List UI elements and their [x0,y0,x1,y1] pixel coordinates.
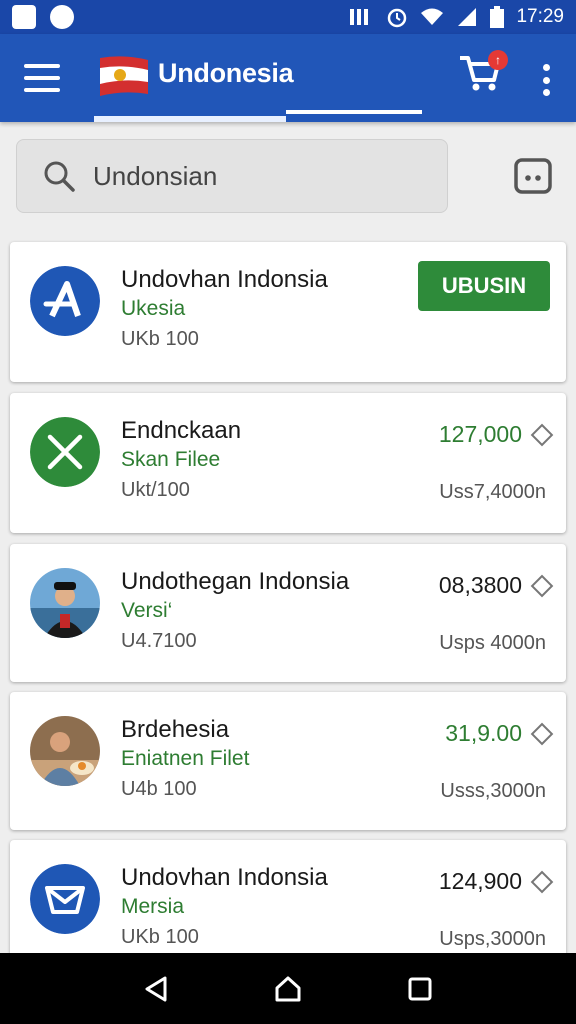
diamond-icon [530,870,554,894]
item-name: Endnckaan [121,417,242,444]
list-item[interactable]: Brdehesia Eniatnen Filet U4b 100 31,9.00… [10,692,566,830]
chat-notification-icon [50,5,74,29]
active-tab-indicator [94,116,286,122]
person-food-photo-icon [30,716,100,786]
item-name: Undovhan Indonsia [121,266,328,293]
back-triangle-icon [145,976,167,1001]
list-item[interactable]: Undovhan Indonsia Mersia UKb 100 124,900… [10,840,566,960]
item-price: 08,3800 [438,572,522,598]
home-icon [275,976,301,1001]
flag-icon [100,56,148,96]
item-price: 31,9.00 [445,720,522,746]
item-subtitle: Mersia [121,895,185,918]
diamond-icon [530,722,554,746]
item-price: 127,000 [438,421,522,447]
notification-app-icon [12,5,36,29]
item-meta: Ukt/100 [121,479,190,501]
search-input[interactable]: Undonsian [93,161,217,192]
search-icon [44,161,75,192]
item-right-meta: Usss,3000n [440,780,546,802]
wifi-icon [421,8,444,25]
recents-button[interactable] [400,969,440,1009]
tab-indicator [286,110,422,114]
system-nav-bar [0,953,576,1024]
status-bar: 17:29 [0,0,576,34]
item-name: Undovhan Indonsia [121,864,328,891]
home-button[interactable] [268,969,308,1009]
item-name: Undothegan Indonsia [121,568,350,595]
item-name: Brdehesia [121,716,230,743]
diamond-icon [530,423,554,447]
list-item[interactable]: Endnckaan Skan Filee Ukt/100 127,000 Uss… [10,393,566,533]
recents-square-icon [408,977,432,1000]
battery-icon [490,6,505,28]
list-item[interactable]: Undovhan Indonsia Ukesia UKb 100 UBUSIN [10,242,566,382]
status-time: 17:29 [516,6,564,27]
item-right-meta: Usps,3000n [439,928,546,950]
item-right-meta: Uss7,4000n [439,481,546,503]
x-circle-icon [30,417,100,487]
hamburger-menu-icon[interactable] [24,64,60,92]
back-button[interactable] [136,969,176,1009]
nfc-icon [350,9,369,25]
list-item[interactable]: Undothegan Indonsia Versi‘ U4.7100 08,38… [10,544,566,682]
item-right-meta: Usps 4000n [439,632,546,654]
item-meta: UKb 100 [121,926,199,948]
buy-button[interactable]: UBUSIN [418,261,550,311]
item-subtitle: Eniatnen Filet [121,747,250,770]
cart-badge: ↑ [488,50,508,70]
item-subtitle: Versi‘ [121,599,173,622]
item-subtitle: Skan Filee [121,448,221,471]
diamond-icon [530,574,554,598]
dice-icon[interactable] [514,158,552,194]
signal-icon [458,8,477,26]
item-meta: U4.7100 [121,630,197,652]
a-logo-icon [30,266,100,336]
item-subtitle: Ukesia [121,297,186,320]
item-price: 124,900 [438,868,522,894]
item-meta: U4b 100 [121,778,197,800]
app-title: Undonesia [158,58,294,88]
item-meta: UKb 100 [121,328,199,350]
search-box[interactable]: Undonsian [16,139,448,213]
envelope-logo-icon [30,864,100,934]
person-photo-icon [30,568,100,638]
alarm-icon [388,8,407,28]
more-options-icon[interactable] [536,64,556,96]
